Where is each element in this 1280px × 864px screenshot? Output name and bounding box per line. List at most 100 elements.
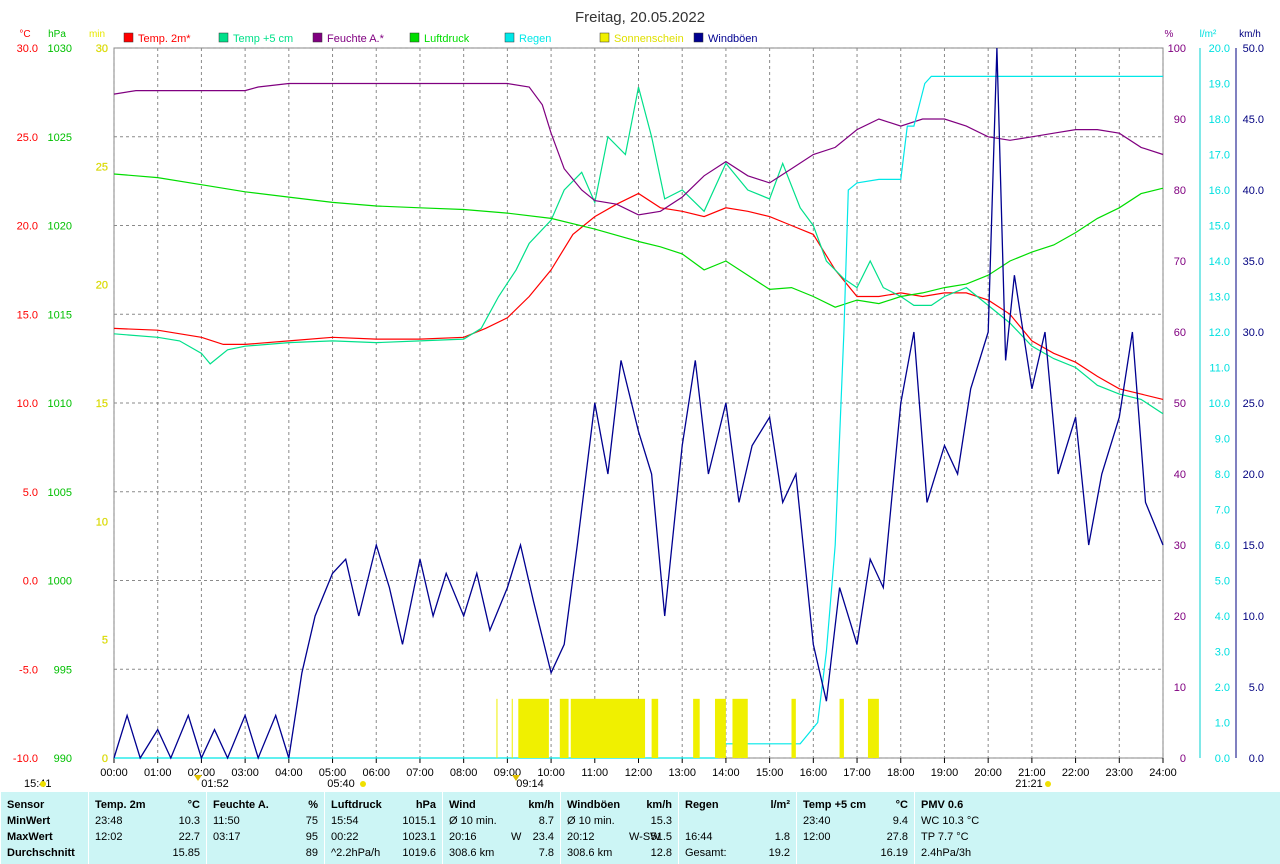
- stats-cell-time: 308.6 km: [567, 847, 613, 859]
- y-tick-label: 35.0: [1243, 256, 1264, 268]
- y-tick-label: 990: [54, 753, 72, 765]
- y-tick-label: 80: [1174, 185, 1186, 197]
- time-marker-label: 09:14: [516, 778, 544, 790]
- sunshine-bar: [714, 698, 726, 758]
- y-tick-label: 15.0: [1243, 540, 1264, 552]
- stats-row: 2.4hPa/3h: [921, 845, 1028, 861]
- y-tick-label: 15: [96, 398, 108, 410]
- stats-column: Luftdruck hPa 15:54 1015.1 00:22 1023.1 ^2.2hP…: [324, 792, 442, 864]
- y-tick-label: 90: [1174, 114, 1186, 126]
- y-unit-label: min: [89, 29, 105, 40]
- y-tick-label: 5: [102, 635, 108, 647]
- x-tick-label: 22:00: [1062, 767, 1090, 779]
- x-tick-label: 19:00: [931, 767, 959, 779]
- stats-row: 89: [213, 845, 318, 861]
- stats-cell-value: 95: [305, 831, 318, 843]
- x-tick-label: 01:00: [144, 767, 172, 779]
- stats-cell-time: ^2.2hPa/h: [331, 847, 381, 859]
- x-tick-label: 07:00: [406, 767, 434, 779]
- stats-header-label: Wind: [449, 799, 476, 811]
- y-tick-label: 15.0: [17, 309, 38, 321]
- stats-cell-value: 15.85: [172, 847, 200, 859]
- x-tick-label: 00:00: [100, 767, 128, 779]
- stats-row: 23:48 10.3: [95, 813, 200, 829]
- y-tick-label: 25.0: [17, 132, 38, 144]
- stats-cell-time: Ø 10 min.: [449, 815, 497, 827]
- sunshine-bar: [511, 698, 513, 758]
- x-tick-label: 15:00: [756, 767, 784, 779]
- stats-cell-value: 19.2: [768, 847, 790, 859]
- stats-header: Regen l/m²: [685, 797, 790, 813]
- stats-cell-value: 1023.1: [402, 831, 436, 843]
- stats-row: Durchschnitt: [7, 845, 82, 861]
- y-tick-label: 17.0: [1209, 150, 1230, 162]
- x-tick-label: 18:00: [887, 767, 915, 779]
- stats-header-unit: °C: [187, 799, 200, 811]
- y-tick-label: 20.0: [17, 221, 38, 233]
- stats-row: 00:22 1023.1: [331, 829, 436, 845]
- legend-label: Regen: [519, 33, 551, 45]
- stats-cell-time: WC 10.3 °C: [921, 815, 980, 827]
- legend-swatch: [312, 32, 323, 43]
- stats-column: Sensor MinWert MaxWert Durchschnitt: [0, 792, 88, 864]
- y-tick-label: 13.0: [1209, 292, 1230, 304]
- stats-row: 15.85: [95, 845, 200, 861]
- sunshine-bar: [496, 698, 498, 758]
- stats-row: 16.19: [803, 845, 908, 861]
- stats-header-unit: km/h: [528, 799, 554, 811]
- stats-cell-value: 22.7: [178, 831, 200, 843]
- stats-cell-time: TP 7.7 °C: [921, 831, 969, 843]
- stats-header-label: Windböen: [567, 799, 621, 811]
- weather-chart: Freitag, 20.05.202200:00 01:00 02:00 03:00 0…: [13, 9, 1264, 790]
- stats-cell-value: 16.19: [880, 847, 908, 859]
- stats-row: 12:02 22.7: [95, 829, 200, 845]
- y-tick-label: 10: [1174, 682, 1186, 694]
- stats-header: Temp +5 cm °C: [803, 797, 908, 813]
- x-tick-label: 08:00: [450, 767, 478, 779]
- y-tick-label: 995: [54, 664, 72, 676]
- y-tick-label: 45.0: [1243, 114, 1264, 126]
- y-tick-label: 5.0: [1249, 682, 1264, 694]
- stats-row: 308.6 km 7.8: [449, 845, 554, 861]
- stats-header-unit: l/m²: [770, 799, 790, 811]
- sunshine-bar: [570, 698, 646, 758]
- y-tick-label: 20.0: [1243, 469, 1264, 481]
- y-unit-label: %: [1165, 29, 1174, 40]
- stats-column: Temp. 2m °C 23:48 10.3 12:02 22.7 15.85: [88, 792, 206, 864]
- y-tick-label: 30: [1174, 540, 1186, 552]
- y-tick-label: 25: [96, 161, 108, 173]
- y-tick-label: 7.0: [1215, 505, 1230, 517]
- stats-cell-time: Gesamt:: [685, 847, 727, 859]
- y-tick-label: 1020: [48, 221, 72, 233]
- sunshine-bar: [867, 698, 879, 758]
- stats-cell-time: 15:54: [331, 815, 359, 827]
- legend-swatch: [123, 32, 134, 43]
- x-tick-label: 17:00: [843, 767, 871, 779]
- stats-cell-time: 00:22: [331, 831, 359, 843]
- legend-swatch: [218, 32, 229, 43]
- stats-cell-value: 8.7: [538, 815, 554, 827]
- chart-title: Freitag, 20.05.2022: [575, 9, 705, 26]
- y-tick-label: 50: [1174, 398, 1186, 410]
- y-tick-label: 9.0: [1215, 434, 1230, 446]
- sunshine-bar: [791, 698, 796, 758]
- x-tick-label: 04:00: [275, 767, 303, 779]
- stats-header-unit: hPa: [415, 799, 436, 811]
- stats-row: Ø 10 min. 15.3: [567, 813, 672, 829]
- legend-label: Temp. 2m*: [138, 33, 191, 45]
- stats-cell-value: 10.3: [178, 815, 200, 827]
- x-tick-label: 14:00: [712, 767, 740, 779]
- sunshine-bar: [651, 698, 659, 758]
- y-tick-label: 18.0: [1209, 114, 1230, 126]
- legend-label: Windböen: [708, 33, 758, 45]
- stats-row: 20:12 W-SW 51.5: [567, 829, 672, 845]
- stats-header: Luftdruck hPa: [331, 797, 436, 813]
- stats-header-label: Feuchte A.: [213, 799, 269, 811]
- y-tick-label: 19.0: [1209, 79, 1230, 91]
- y-tick-label: 0: [1180, 753, 1186, 765]
- sunshine-bar: [559, 698, 569, 758]
- legend-swatch: [599, 32, 610, 43]
- stats-cell-time: 12:00: [803, 831, 831, 843]
- stats-header: Windböen km/h: [567, 797, 672, 813]
- stats-cell-value: 75: [305, 815, 318, 827]
